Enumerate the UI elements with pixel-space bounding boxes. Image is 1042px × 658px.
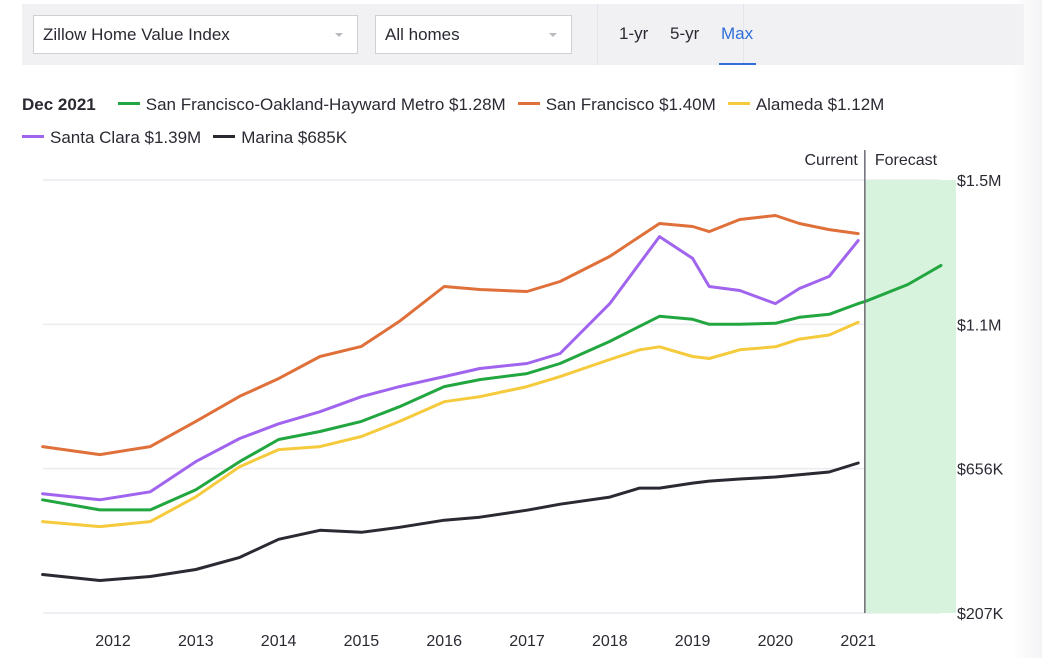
x-tick-label: 2020 xyxy=(758,633,794,650)
x-tick-label: 2017 xyxy=(509,633,545,650)
y-tick-label: $656K xyxy=(957,462,1004,479)
y-tick-label: $1.1M xyxy=(957,317,1001,334)
series-line-san-francisco[interactable] xyxy=(41,214,860,457)
x-tick-label: 2014 xyxy=(261,633,297,650)
series-lines xyxy=(41,214,943,582)
scroll-fade xyxy=(1012,0,1042,658)
series-line-alameda[interactable] xyxy=(41,320,860,529)
forecast-region xyxy=(864,180,956,613)
x-tick-label: 2018 xyxy=(592,633,628,650)
y-tick-label: $1.5M xyxy=(957,173,1001,190)
x-tick-label: 2016 xyxy=(426,633,462,650)
y-tick-label: $207K xyxy=(957,606,1004,623)
series-line-santa-clara[interactable] xyxy=(41,235,860,502)
x-tick-label: 2012 xyxy=(95,633,131,650)
grid-lines xyxy=(43,179,940,614)
x-tick-label: 2013 xyxy=(178,633,214,650)
x-tick-label: 2019 xyxy=(675,633,711,650)
x-axis-ticks: 2012 2013 2014 2015 2016 2017 2018 2019 2020 2021 xyxy=(95,633,876,650)
x-tick-label: 2021 xyxy=(840,633,876,650)
current-label: Current xyxy=(804,152,858,169)
home-value-chart[interactable]: Current Forecast $1.5M $1.1M $656K $207K 20… xyxy=(0,0,1042,658)
forecast-label: Forecast xyxy=(875,152,938,169)
y-axis-ticks: $1.5M $1.1M $656K $207K xyxy=(957,173,1004,623)
x-tick-label: 2015 xyxy=(344,633,380,650)
